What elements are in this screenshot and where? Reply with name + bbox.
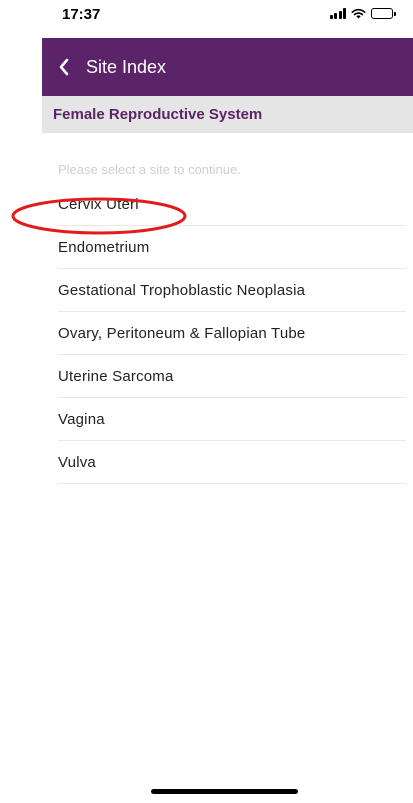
site-item-ovary-peritoneum-fallopian-tube[interactable]: Ovary, Peritoneum & Fallopian Tube bbox=[58, 312, 406, 355]
site-list: Cervix Uteri Endometrium Gestational Tro… bbox=[58, 183, 406, 484]
cellular-signal-icon bbox=[329, 8, 346, 19]
page-title: Site Index bbox=[86, 56, 167, 77]
section-header: Female Reproductive System bbox=[42, 96, 413, 133]
site-item-gestational-trophoblastic-neoplasia[interactable]: Gestational Trophoblastic Neoplasia bbox=[58, 269, 406, 312]
instruction-text: Please select a site to continue. bbox=[58, 162, 241, 177]
app-screen: Site Index Female Reproductive System Pl… bbox=[42, 38, 413, 484]
site-item-vagina[interactable]: Vagina bbox=[58, 398, 406, 441]
chevron-left-icon bbox=[59, 58, 69, 76]
status-icons bbox=[329, 8, 396, 19]
nav-bar: Site Index bbox=[42, 38, 413, 96]
status-bar: 17:37 bbox=[0, 0, 413, 36]
site-item-endometrium[interactable]: Endometrium bbox=[58, 226, 406, 269]
wifi-icon bbox=[351, 8, 366, 19]
battery-icon bbox=[371, 8, 396, 19]
site-item-cervix-uteri[interactable]: Cervix Uteri bbox=[58, 183, 406, 226]
site-item-uterine-sarcoma[interactable]: Uterine Sarcoma bbox=[58, 355, 406, 398]
back-button[interactable] bbox=[42, 38, 86, 96]
status-time: 17:37 bbox=[62, 6, 101, 23]
site-item-vulva[interactable]: Vulva bbox=[58, 441, 406, 484]
home-indicator bbox=[151, 789, 298, 794]
